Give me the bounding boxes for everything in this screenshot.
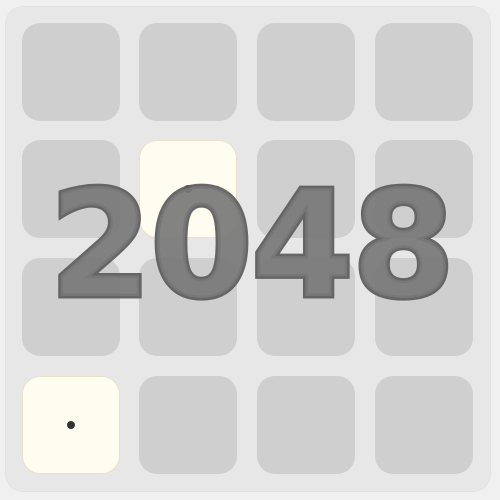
board-cell <box>375 140 473 238</box>
dot-icon <box>67 421 75 429</box>
board-cell <box>139 258 237 356</box>
game-canvas: 2048 <box>0 0 500 500</box>
game-tile <box>22 376 120 474</box>
board-cell <box>139 376 237 474</box>
board-cell <box>22 23 120 121</box>
board-cell <box>257 140 355 238</box>
game-tile <box>139 140 237 238</box>
board-cell <box>22 258 120 356</box>
board-cell <box>375 376 473 474</box>
board-cell <box>257 23 355 121</box>
dot-icon <box>184 185 192 193</box>
board-cell <box>257 376 355 474</box>
board-cell <box>22 140 120 238</box>
board-cell <box>139 23 237 121</box>
board-cell <box>375 258 473 356</box>
game-board <box>5 6 491 492</box>
board-cell <box>375 23 473 121</box>
board-cell <box>257 258 355 356</box>
